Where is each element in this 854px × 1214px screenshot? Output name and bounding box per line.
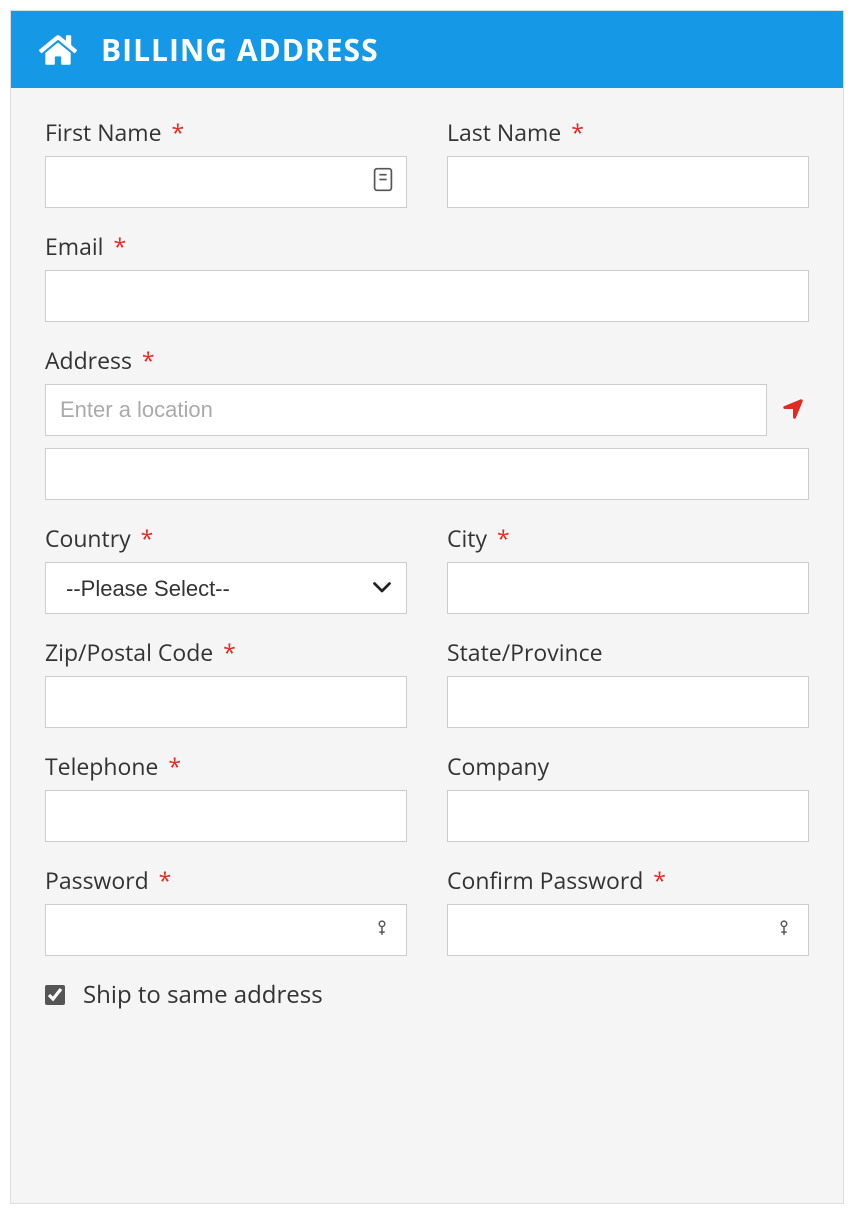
telephone-input[interactable] — [45, 790, 407, 842]
location-arrow-icon — [781, 397, 805, 424]
panel-title: BILLING ADDRESS — [101, 29, 379, 70]
city-input[interactable] — [447, 562, 809, 614]
state-label: State/Province — [447, 636, 603, 668]
country-label: Country — [45, 522, 131, 554]
required-marker: * — [653, 864, 666, 896]
city-field: City * — [447, 522, 809, 614]
ship-same-checkbox[interactable] — [45, 985, 65, 1005]
panel-header: BILLING ADDRESS — [11, 11, 843, 88]
last-name-field: Last Name * — [447, 116, 809, 208]
required-marker: * — [142, 344, 155, 376]
address-line2-input[interactable] — [45, 448, 809, 500]
address-label: Address — [45, 344, 132, 376]
company-input[interactable] — [447, 790, 809, 842]
email-label: Email — [45, 230, 103, 262]
billing-address-panel: BILLING ADDRESS First Name * Last Name — [10, 10, 844, 1204]
confirm-password-input[interactable] — [447, 904, 809, 956]
country-select[interactable]: --Please Select-- — [45, 562, 407, 614]
email-field: Email * — [45, 230, 809, 322]
last-name-input[interactable] — [447, 156, 809, 208]
ship-same-label: Ship to same address — [83, 978, 323, 1011]
state-input[interactable] — [447, 676, 809, 728]
confirm-password-label: Confirm Password — [447, 864, 643, 896]
password-input[interactable] — [45, 904, 407, 956]
password-field: Password * — [45, 864, 407, 956]
last-name-label: Last Name — [447, 116, 561, 148]
first-name-label: First Name — [45, 116, 162, 148]
telephone-label: Telephone — [45, 750, 158, 782]
company-label: Company — [447, 750, 549, 782]
required-marker: * — [571, 116, 584, 148]
required-marker: * — [141, 522, 154, 554]
confirm-password-field: Confirm Password * — [447, 864, 809, 956]
locate-button[interactable] — [777, 393, 809, 428]
required-marker: * — [168, 750, 181, 782]
form-body: First Name * Last Name * — [11, 88, 843, 1031]
address-line1-input[interactable] — [45, 384, 767, 436]
zip-input[interactable] — [45, 676, 407, 728]
company-field: Company — [447, 750, 809, 842]
first-name-field: First Name * — [45, 116, 407, 208]
required-marker: * — [159, 864, 172, 896]
required-marker: * — [497, 522, 510, 554]
required-marker: * — [223, 636, 236, 668]
zip-field: Zip/Postal Code * — [45, 636, 407, 728]
zip-label: Zip/Postal Code — [45, 636, 213, 668]
state-field: State/Province — [447, 636, 809, 728]
required-marker: * — [113, 230, 126, 262]
home-icon — [39, 33, 77, 67]
first-name-input[interactable] — [45, 156, 407, 208]
password-label: Password — [45, 864, 149, 896]
telephone-field: Telephone * — [45, 750, 407, 842]
email-input[interactable] — [45, 270, 809, 322]
country-field: Country * --Please Select-- — [45, 522, 407, 614]
required-marker: * — [172, 116, 185, 148]
city-label: City — [447, 522, 487, 554]
